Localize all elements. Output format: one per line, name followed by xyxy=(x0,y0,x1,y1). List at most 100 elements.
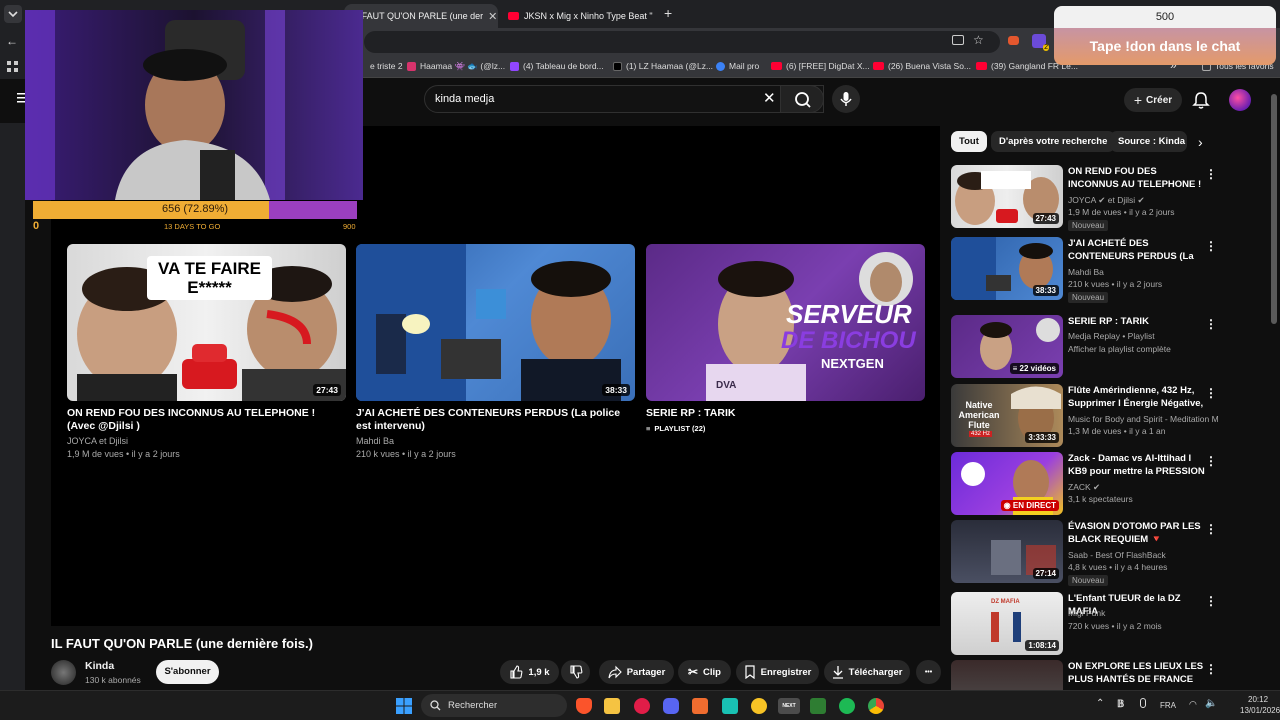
discord-icon[interactable] xyxy=(663,698,679,714)
video-title[interactable]: ON REND FOU DES INCONNUS AU TELEPHONE ! … xyxy=(1068,165,1208,191)
sidebar-video[interactable]: DZ MAFIA 1:08:14 L'Enfant TUEUR de la DZ… xyxy=(951,592,1221,658)
wifi-icon[interactable]: ◠ xyxy=(1189,699,1197,710)
bookmark-item[interactable]: Mail pro xyxy=(716,61,759,71)
video-title[interactable]: ON REND FOU DES INCONNUS AU TELEPHONE ! … xyxy=(67,407,346,433)
channel-name[interactable]: Medja Replay • Playlist xyxy=(1068,330,1218,343)
video-title[interactable]: Zack - Damac vs Al-Ittihad I KB9 pour me… xyxy=(1068,452,1208,478)
kebab-menu-icon[interactable]: ⋮ xyxy=(1205,522,1217,536)
tab-search-button[interactable] xyxy=(4,5,22,23)
kebab-menu-icon[interactable]: ⋮ xyxy=(1205,662,1217,676)
view-playlist-link[interactable]: Afficher la playlist complète xyxy=(1068,343,1218,356)
video-thumbnail[interactable]: VA TE FAIRE E***** 27:43 xyxy=(67,244,346,401)
subscribe-button[interactable]: S'abonner xyxy=(156,660,219,684)
install-app-icon[interactable] xyxy=(952,35,964,45)
app-yellow-icon[interactable] xyxy=(751,698,767,714)
video-title[interactable]: ÉVASION D'OTOMO PAR LES BLACK REQUIEM 🔻 … xyxy=(1068,520,1208,546)
save-button[interactable]: Enregistrer xyxy=(736,660,819,684)
clip-button[interactable]: ✂ Clip xyxy=(678,660,731,684)
extension-icon[interactable] xyxy=(1008,36,1019,45)
video-title[interactable]: SERIE RP : TARIK xyxy=(646,407,925,420)
page-scrollbar[interactable] xyxy=(1271,94,1277,324)
endscreen-card[interactable]: 38:33 J'AI ACHETÉ DES CONTENEURS PERDUS … xyxy=(356,244,635,461)
extension-badge-icon[interactable]: 2 xyxy=(1032,34,1049,51)
kebab-menu-icon[interactable]: ⋮ xyxy=(1205,594,1217,608)
tray-app-icon[interactable]: 𝔹 xyxy=(1117,699,1124,710)
brave-icon[interactable] xyxy=(576,698,592,714)
video-thumbnail[interactable]: 27:14 xyxy=(951,520,1063,583)
chrome-icon[interactable] xyxy=(868,698,884,714)
playlist-thumbnail[interactable]: SERVEUR DE BICHOU NEXTGEN DVA xyxy=(646,244,925,401)
chip-source[interactable]: Source : Kinda xyxy=(1110,131,1187,152)
volume-icon[interactable]: 🔈 xyxy=(1205,698,1217,709)
video-thumbnail[interactable]: 27:43 xyxy=(951,165,1063,228)
bookmark-item[interactable]: Haamaa 👾 🐟 (@lz... xyxy=(407,61,505,72)
tray-chevron-up-icon[interactable]: ⌃ xyxy=(1096,698,1104,709)
bookmark-star-icon[interactable]: ☆ xyxy=(973,33,984,47)
language-indicator[interactable]: FRA xyxy=(1160,701,1176,710)
tray-microphone-icon[interactable] xyxy=(1140,698,1146,708)
voice-search-button[interactable] xyxy=(832,85,860,113)
endscreen-card[interactable]: SERVEUR DE BICHOU NEXTGEN DVA SERIE RP :… xyxy=(646,244,925,435)
share-button[interactable]: Partager xyxy=(599,660,674,684)
search-button[interactable] xyxy=(780,85,824,113)
chip-all[interactable]: Tout xyxy=(951,131,987,152)
video-thumbnail[interactable]: DZ MAFIA 1:08:14 xyxy=(951,592,1063,655)
taskbar-search[interactable]: Rechercher xyxy=(421,694,567,717)
like-button[interactable]: 1,9 k xyxy=(500,660,559,684)
clock-date[interactable]: 13/01/2026 xyxy=(1240,706,1280,715)
sidebar-video[interactable]: 27:14 ÉVASION D'OTOMO PAR LES BLACK REQU… xyxy=(951,520,1221,586)
address-bar[interactable] xyxy=(364,31,1000,53)
sidebar-video[interactable]: Native American Flute 432 Hz 3:33:33 Flû… xyxy=(951,384,1221,450)
chip-related[interactable]: D'après votre recherche xyxy=(991,131,1116,152)
next-app-icon[interactable]: NEXT xyxy=(778,698,800,714)
video-title[interactable]: J'AI ACHETÉ DES CONTENEURS PERDUS (La po… xyxy=(356,407,635,433)
spotify-icon[interactable] xyxy=(839,698,855,714)
app-cyan-icon[interactable] xyxy=(722,698,738,714)
search-input[interactable]: kinda medja ✕ xyxy=(424,85,824,113)
avatar[interactable] xyxy=(1229,89,1251,111)
dislike-button[interactable] xyxy=(561,660,590,684)
bookmark-item[interactable]: e triste 2 xyxy=(370,61,403,71)
bookmark-item[interactable]: (4) Tableau de bord... xyxy=(510,61,604,71)
sidebar-video[interactable]: 27:43 ON REND FOU DES INCONNUS AU TELEPH… xyxy=(951,165,1221,231)
kebab-menu-icon[interactable]: ⋮ xyxy=(1205,167,1217,181)
channel-name[interactable]: JOYCA et Djilsi xyxy=(67,435,346,448)
video-title[interactable]: Flûte Amérindienne, 432 Hz, Supprimer l … xyxy=(1068,384,1208,410)
app-red-icon[interactable] xyxy=(634,698,650,714)
video-title[interactable]: ON EXPLORE LES LIEUX LES PLUS HANTÉS DE … xyxy=(1068,660,1208,686)
start-button-windows-icon[interactable] xyxy=(396,698,412,714)
sidebar-video[interactable]: 38:33 J'AI ACHETÉ DES CONTENEURS PERDUS … xyxy=(951,237,1221,303)
sidebar-playlist[interactable]: ≡ 22 vidéos SERIE RP : TARIK Medja Repla… xyxy=(951,315,1221,381)
channel-avatar[interactable] xyxy=(51,660,76,685)
clear-search-icon[interactable]: ✕ xyxy=(763,89,776,107)
file-explorer-icon[interactable] xyxy=(604,698,620,714)
video-thumbnail[interactable]: 38:33 xyxy=(951,237,1063,300)
video-title[interactable]: SERIE RP : TARIK xyxy=(1068,315,1208,328)
kebab-menu-icon[interactable]: ⋮ xyxy=(1205,454,1217,468)
kebab-menu-icon[interactable]: ⋮ xyxy=(1205,386,1217,400)
app-orange-icon[interactable] xyxy=(692,698,708,714)
close-tab-icon[interactable]: ✕ xyxy=(488,10,497,23)
new-tab-button[interactable]: + xyxy=(664,5,672,21)
channel-name[interactable]: Kinda xyxy=(85,660,114,672)
bookmark-item[interactable]: (26) Buena Vista So... xyxy=(873,61,971,71)
endscreen-card[interactable]: VA TE FAIRE E***** 27:43 ON REND FOU DES… xyxy=(67,244,346,461)
channel-name[interactable]: Mahdi Ba xyxy=(356,435,635,448)
clock-time[interactable]: 20:12 xyxy=(1248,695,1268,704)
app-green-icon[interactable] xyxy=(810,698,826,714)
sidebar-video[interactable]: ON EXPLORE LES LIEUX LES PLUS HANTÉS DE … xyxy=(951,660,1221,690)
video-thumbnail[interactable]: ◉ EN DIRECT xyxy=(951,452,1063,515)
tab-current-video[interactable]: IL FAUT QU'ON PARLE (une der ✕ xyxy=(344,4,498,28)
more-actions-button[interactable]: ••• xyxy=(916,660,941,684)
playlist-thumbnail[interactable]: ≡ 22 vidéos xyxy=(951,315,1063,378)
download-button[interactable]: Télécharger xyxy=(824,660,910,684)
chips-next-chevron-icon[interactable]: › xyxy=(1198,134,1203,150)
notifications-bell-icon[interactable] xyxy=(1192,90,1210,110)
kebab-menu-icon[interactable]: ⋮ xyxy=(1205,317,1217,331)
back-arrow-icon[interactable]: ← xyxy=(6,34,18,48)
video-thumbnail[interactable] xyxy=(951,660,1063,690)
video-title[interactable]: J'AI ACHETÉ DES CONTENEURS PERDUS (La po… xyxy=(1068,237,1208,263)
create-button[interactable]: + Créer xyxy=(1124,88,1182,112)
channel-name[interactable]: Migi Punk xyxy=(1068,607,1218,620)
tab-beat-video[interactable]: JKSN x Mig x Ninho Type Beat " ✕ xyxy=(500,4,656,28)
